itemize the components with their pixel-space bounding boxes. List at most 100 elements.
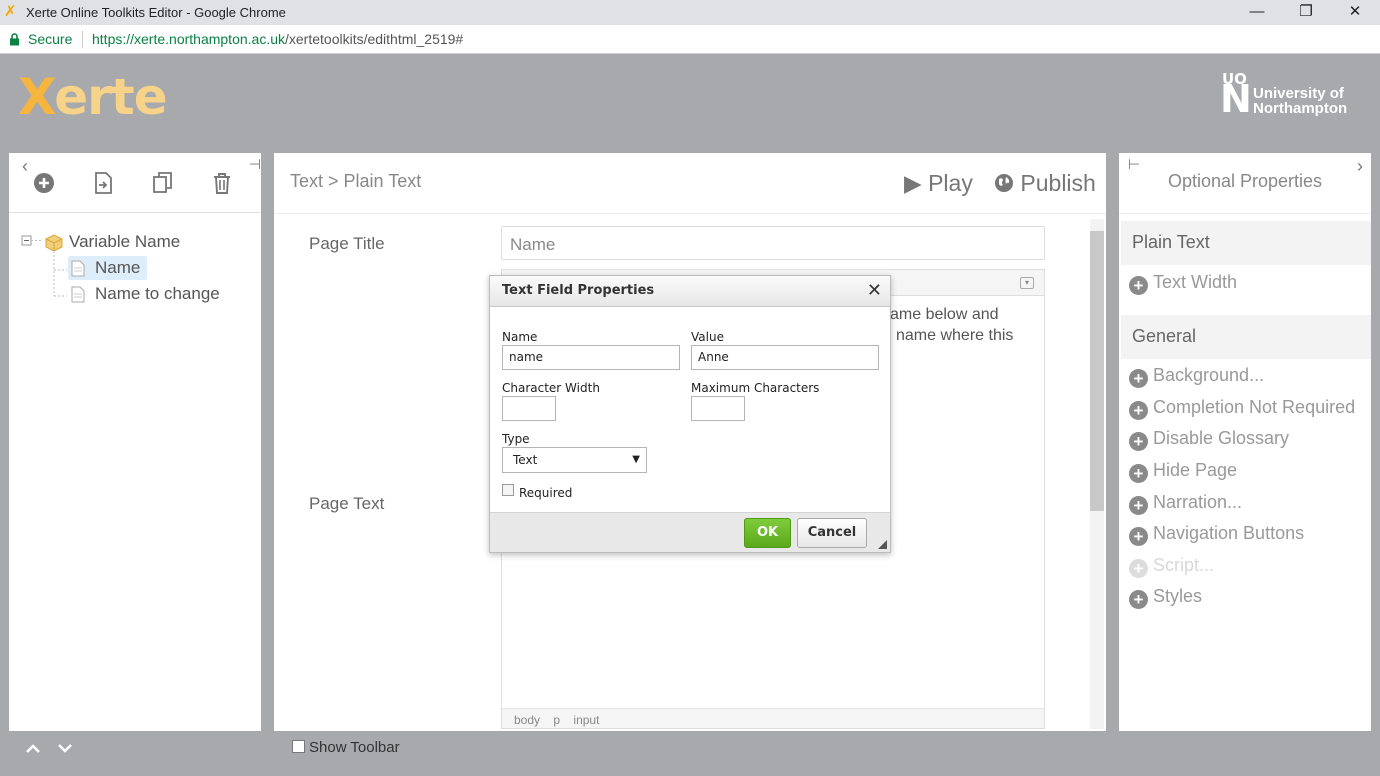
status-path-body[interactable]: body [514, 713, 540, 727]
property-disable-glossary-label: Disable Glossary [1153, 428, 1290, 448]
optional-properties-panel: ⊢ › Optional Properties Plain Text + Text… [1119, 153, 1371, 766]
property-script: + Script... [1129, 553, 1215, 578]
play-button[interactable]: ▶ Play [904, 170, 973, 197]
type-selected-value: Text [513, 453, 538, 467]
url-text[interactable]: https://xerte.northampton.ac.uk/xertetoo… [92, 31, 463, 47]
name-label: Name [502, 330, 538, 344]
property-styles-label: Styles [1153, 586, 1203, 606]
editor-expand-dropdown-icon[interactable]: ▾ [1020, 277, 1034, 289]
plus-circle-icon: + [1129, 276, 1148, 295]
type-select[interactable]: Text ▼ [502, 447, 647, 473]
show-toolbar-checkbox[interactable] [292, 740, 305, 753]
type-label: Type [502, 432, 530, 446]
property-script-label: Script... [1153, 555, 1215, 575]
move-down-chevron-icon[interactable] [57, 742, 73, 754]
page-title-label: Page Title [309, 234, 385, 253]
page-icon [71, 260, 85, 277]
secure-label: Secure [28, 31, 73, 47]
show-toolbar-label[interactable]: Show Toolbar [309, 739, 400, 756]
optional-properties-divider [1119, 213, 1371, 214]
required-label[interactable]: Required [519, 486, 572, 500]
property-text-width-label: Text Width [1153, 272, 1238, 292]
character-width-input[interactable] [502, 396, 556, 421]
close-window-button[interactable]: ✕ [1330, 0, 1380, 25]
play-icon: ▶ [904, 170, 922, 196]
property-background-label: Background... [1153, 365, 1265, 385]
status-path-input[interactable]: input [573, 713, 599, 727]
plus-circle-icon: + [1129, 559, 1148, 578]
maximum-characters-input[interactable] [691, 396, 745, 421]
dialog-header[interactable]: Text Field Properties ✕ [490, 276, 890, 307]
value-input[interactable]: Anne [691, 345, 879, 370]
dialog-title: Text Field Properties [502, 283, 655, 298]
property-completion-not-required-label: Completion Not Required [1153, 397, 1356, 417]
ok-button[interactable]: OK [744, 518, 791, 548]
browser-titlebar: ✗ Xerte Online Toolkits Editor - Google … [0, 0, 1380, 25]
breadcrumb: Text > Plain Text [290, 171, 422, 191]
dialog-footer: OK Cancel [490, 512, 890, 552]
page-icon [71, 286, 85, 303]
property-navigation-buttons-label: Navigation Buttons [1153, 523, 1305, 543]
import-page-icon[interactable] [90, 170, 116, 196]
property-hide-page[interactable]: + Hide Page [1129, 458, 1237, 483]
minimize-button[interactable]: — [1232, 0, 1282, 25]
address-divider [82, 31, 83, 48]
dropdown-arrow-icon: ▼ [632, 454, 640, 465]
university-name: University of Northampton [1253, 86, 1373, 116]
editor-content[interactable]: ame below and name where this [890, 304, 1040, 346]
pin-icon[interactable]: ⊣ [242, 151, 268, 177]
left-panel-footer [9, 731, 261, 766]
university-name-line2: Northampton [1253, 100, 1348, 117]
delete-page-icon[interactable] [209, 170, 235, 196]
section-plain-text: Plain Text [1121, 221, 1371, 265]
plus-circle-icon: + [1129, 369, 1148, 388]
tree-item-name-to-change-label: Name to change [95, 284, 220, 303]
cancel-button[interactable]: Cancel [797, 518, 867, 548]
property-disable-glossary[interactable]: + Disable Glossary [1129, 426, 1290, 451]
university-mark-letter: N [1220, 77, 1252, 121]
property-completion-not-required[interactable]: + Completion Not Required [1129, 395, 1356, 420]
xerte-favicon-icon: ✗ [4, 3, 17, 20]
scrollbar-thumb[interactable] [1090, 231, 1104, 511]
xerte-logo[interactable]: Xerte [18, 68, 168, 126]
editor-status-path: body p input [502, 708, 1044, 728]
dialog-close-icon[interactable]: ✕ [867, 281, 882, 301]
name-input[interactable]: name [502, 345, 680, 370]
address-bar[interactable]: Secure https://xerte.northampton.ac.uk/x… [0, 25, 1380, 54]
url-path: /xertetoolkits/edithtml_2519# [285, 31, 464, 47]
value-label: Value [691, 330, 724, 344]
play-label: Play [928, 170, 973, 196]
duplicate-page-icon[interactable] [150, 170, 176, 196]
add-page-icon[interactable] [31, 170, 57, 196]
character-width-label: Character Width [502, 381, 600, 395]
editor-text-line1: ame below and [890, 306, 999, 323]
publish-label: Publish [1020, 170, 1096, 196]
publish-button[interactable]: Publish [994, 170, 1096, 197]
restore-button[interactable]: ❐ [1281, 0, 1331, 25]
move-up-chevron-icon[interactable] [25, 742, 41, 754]
required-checkbox[interactable] [502, 484, 514, 496]
editor-scrollbar[interactable] [1090, 219, 1104, 729]
property-styles[interactable]: + Styles [1129, 584, 1203, 609]
status-path-p[interactable]: p [553, 713, 560, 727]
editor-header-divider [274, 213, 1106, 214]
right-panel-footer [1119, 731, 1371, 766]
editor-text-line2: name where this [896, 327, 1014, 344]
resize-grip-icon[interactable] [878, 540, 887, 549]
page-title-input[interactable]: Name [501, 226, 1045, 260]
section-general: General [1121, 315, 1371, 359]
property-text-width[interactable]: + Text Width [1129, 270, 1238, 295]
plus-circle-icon: + [1129, 590, 1148, 609]
page-text-label: Page Text [309, 494, 385, 513]
university-name-line1: University of [1253, 85, 1344, 102]
property-background[interactable]: + Background... [1129, 363, 1265, 388]
optional-properties-title: Optional Properties [1167, 171, 1323, 191]
logo-x: X [18, 68, 55, 126]
property-narration[interactable]: + Narration... [1129, 490, 1243, 515]
tree-item-name[interactable]: Name [68, 256, 147, 280]
property-navigation-buttons[interactable]: + Navigation Buttons [1129, 521, 1305, 546]
tree-item-name-label: Name [95, 258, 141, 277]
property-narration-label: Narration... [1153, 492, 1243, 512]
text-field-properties-dialog: Text Field Properties ✕ Name name Value … [489, 275, 891, 553]
app-header: Xerte UO N University of Northampton [0, 54, 1380, 142]
